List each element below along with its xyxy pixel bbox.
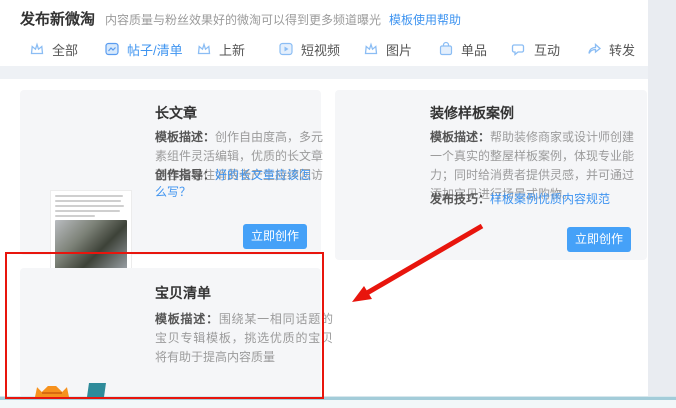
tips-link[interactable]: 样板案例优质内容规范: [490, 192, 610, 206]
tab-all[interactable]: 全部: [28, 38, 78, 60]
post-icon: [103, 40, 121, 58]
tab-label: 转发: [609, 40, 635, 59]
chat-icon: [510, 40, 528, 58]
desc-label: 模板描述：: [155, 312, 219, 326]
tips-row: 发布技巧：样板案例优质内容规范: [430, 190, 610, 207]
video-icon: [277, 40, 295, 58]
page-header: 发布新微淘内容质量与粉丝效果好的微淘可以得到更多频道曝光模板使用帮助: [20, 8, 461, 29]
tips-label: 发布技巧：: [430, 192, 490, 206]
bag-icon: [437, 40, 455, 58]
create-now-button[interactable]: 立即创作: [567, 227, 631, 252]
crown-icon: [195, 40, 213, 58]
template-help-link[interactable]: 模板使用帮助: [389, 13, 461, 27]
share-icon: [585, 40, 603, 58]
template-card-decor-case: 关注 居家改造，只为做最好的自己 户型两室一厅 面积90平米 位置杭州市西湖区文…: [335, 90, 647, 260]
card-description: 模板描述：围绕某一相同话题的宝贝专辑模板，挑选优质的宝贝将有助于提高内容质量: [155, 310, 333, 367]
desc-label: 模板描述：: [430, 130, 490, 144]
weitao-publish-page: 发布新微淘内容质量与粉丝效果好的微淘可以得到更多频道曝光模板使用帮助 全部 帖子…: [0, 0, 676, 408]
tab-label: 互动: [534, 40, 560, 59]
page-subtitle: 内容质量与粉丝效果好的微淘可以得到更多频道曝光: [105, 13, 381, 27]
page-right-gutter: [648, 0, 676, 397]
tab-single-item[interactable]: 单品: [437, 38, 487, 60]
tab-label: 图片: [386, 40, 412, 59]
tab-interaction[interactable]: 互动: [510, 38, 560, 60]
tab-new-arrival[interactable]: 上新: [195, 38, 245, 60]
article-photo: [55, 220, 127, 270]
create-now-button[interactable]: 立即创作: [243, 224, 307, 249]
below-window-area: [0, 400, 676, 408]
template-tabbar: 全部 帖子/清单 上新 短视频 图片 单品 互动 转发: [0, 32, 648, 66]
card-title: 宝贝清单: [155, 283, 211, 303]
guide-row: 创作指导：好的长文章应该怎么写？: [155, 166, 321, 200]
tab-short-video[interactable]: 短视频: [277, 38, 340, 60]
tab-label: 全部: [52, 40, 78, 59]
page-title: 发布新微淘: [20, 11, 95, 28]
tab-pictures[interactable]: 图片: [362, 38, 412, 60]
tab-label: 上新: [219, 40, 245, 59]
orange-cat-stripe: [42, 392, 62, 394]
template-card-item-list: Nuoa家私馆 关注 2017最受欢迎的四种办公桌椅 宝贝清单 模板描述：围绕某…: [20, 268, 321, 397]
card-title: 装修样板案例: [430, 103, 514, 123]
desc-label: 模板描述：: [155, 130, 215, 144]
teal-shape: [87, 383, 106, 397]
guide-label: 创作指导：: [155, 168, 215, 182]
card-title: 长文章: [155, 103, 197, 123]
tab-posts-lists[interactable]: 帖子/清单: [103, 38, 183, 60]
template-card-long-article: 长文章 模板描述：创作自由度高，多元素组件灵活编辑，优质的长文章更容易黏住消费者…: [20, 90, 321, 255]
tab-label: 帖子/清单: [127, 40, 183, 59]
crown-icon: [28, 40, 46, 58]
tab-label: 单品: [461, 40, 487, 59]
page-background-band: [0, 66, 648, 79]
picture-icon: [362, 40, 380, 58]
tab-forward[interactable]: 转发: [585, 38, 635, 60]
tab-label: 短视频: [301, 40, 340, 59]
